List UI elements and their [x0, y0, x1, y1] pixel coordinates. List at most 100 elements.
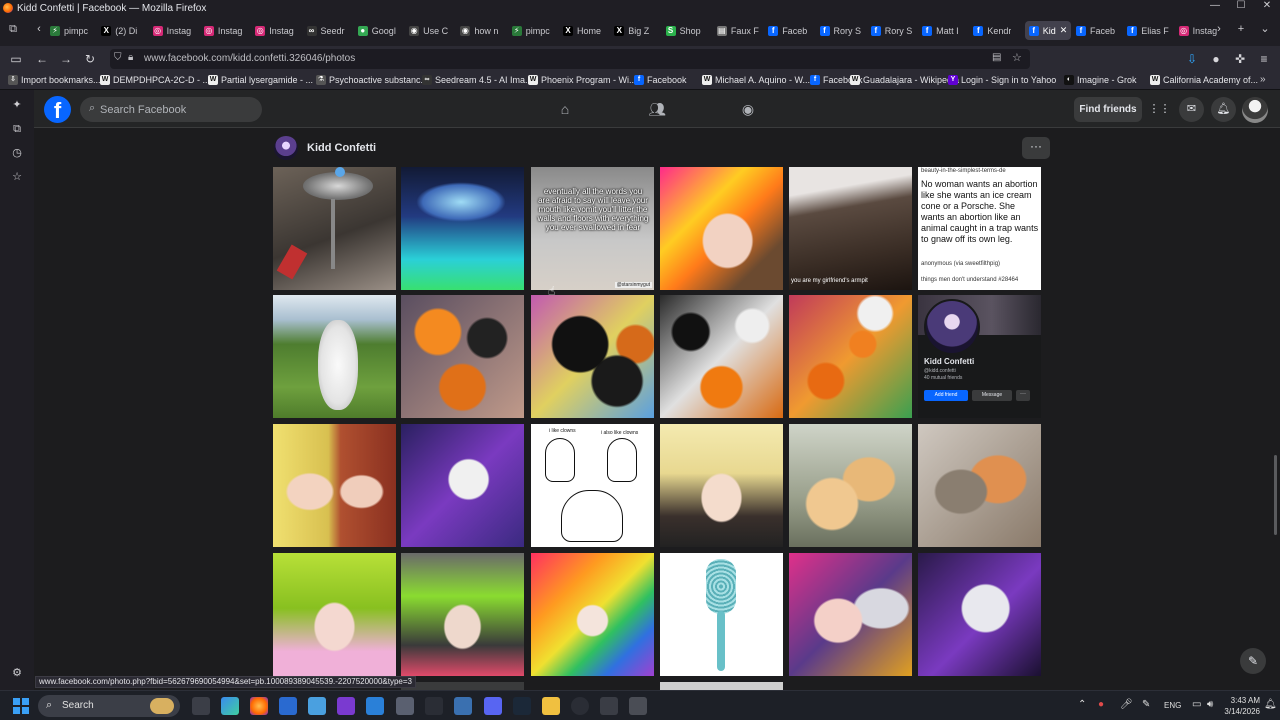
history-icon[interactable]: ◷	[10, 146, 24, 160]
photo-tile[interactable]	[531, 295, 654, 418]
facebook-search[interactable]: ⌕	[80, 97, 262, 122]
synced-tabs-icon[interactable]: ⧉	[10, 122, 24, 136]
groups-icon[interactable]: ◉	[739, 100, 757, 118]
more-options-button[interactable]: ···	[1022, 137, 1050, 159]
photo-tile[interactable]: you are my girlfriend's armpit	[789, 167, 912, 290]
tab-17[interactable]: f Matt I	[922, 21, 959, 40]
tab-5[interactable]: ∞ Seedr	[306, 21, 345, 40]
bookmark-item[interactable]: W Michael A. Aquino - W...	[702, 75, 810, 85]
reader-view-icon[interactable]: ▤	[992, 52, 1001, 63]
back-icon[interactable]: ←	[34, 51, 50, 67]
volume-icon[interactable]: 🔊︎	[1207, 699, 1213, 710]
menu-icon[interactable]: ≡	[1256, 51, 1272, 67]
pen-icon[interactable]: ✎	[1142, 699, 1150, 710]
close-icon[interactable]: ✕	[1254, 0, 1280, 11]
download-icon[interactable]: ⇩	[1184, 51, 1200, 67]
bookmark-item[interactable]: W DEMPDHPCA-2C-D - ...	[100, 75, 210, 85]
tab-4[interactable]: ◎ Instag	[255, 21, 294, 40]
profile-name[interactable]: Kidd Confetti	[307, 142, 376, 154]
ai-chatbot-icon[interactable]: ✦	[10, 98, 24, 112]
outlook-icon[interactable]	[366, 697, 384, 715]
home-icon[interactable]: ⌂	[556, 100, 574, 118]
photo-tile[interactable]	[789, 295, 912, 418]
bookmarks-icon[interactable]: ☆	[10, 170, 24, 184]
snipping-tool-icon[interactable]	[629, 697, 647, 715]
bookmark-item[interactable]: W Partial lysergamide - ...	[208, 75, 313, 85]
photo-tile[interactable]	[273, 295, 396, 418]
photo-tile[interactable]	[401, 167, 524, 290]
url-text[interactable]: www.facebook.com/kidd.confetti.326046/ph…	[144, 53, 355, 64]
tab-19[interactable]: f Kid ✕	[1024, 21, 1072, 40]
tab-6[interactable]: ● Googl	[357, 21, 396, 40]
tab-9[interactable]: ⚡ pimpc	[511, 21, 550, 40]
tab-12[interactable]: S Shop	[665, 21, 701, 40]
bookmark-item[interactable]: ∞ Seedream 4.5 - AI Ima...	[422, 75, 533, 85]
tray-app-icon[interactable]: ●	[1098, 699, 1104, 710]
forward-icon[interactable]: →	[58, 51, 74, 67]
page-scrollbar[interactable]	[1274, 455, 1277, 535]
account-avatar[interactable]	[1242, 97, 1268, 123]
steam-icon[interactable]	[513, 697, 531, 715]
photo-tile[interactable]	[660, 682, 783, 690]
photo-tile[interactable]	[273, 424, 396, 547]
photo-tile[interactable]	[789, 424, 912, 547]
tab-16[interactable]: f Rory S	[870, 21, 912, 40]
audio-app-icon[interactable]	[425, 697, 443, 715]
bookmark-item[interactable]: Y Login - Sign in to Yahoo	[948, 75, 1056, 85]
bookmark-item[interactable]: ⚗ Psychoactive substanc...	[316, 75, 428, 85]
notifications-icon[interactable]: 🔔︎	[1211, 97, 1236, 122]
network-icon[interactable]: ▭	[1192, 699, 1201, 710]
tracking-shield-icon[interactable]: ⛉	[114, 52, 122, 63]
bookmark-item[interactable]: W California Academy of...	[1150, 75, 1258, 85]
settings-icon[interactable]	[396, 697, 414, 715]
photo-tile[interactable]: beauty-in-the-simplest-terms-de No woman…	[918, 167, 1041, 290]
language-indicator[interactable]: ENG	[1164, 701, 1181, 710]
bookmarks-overflow-icon[interactable]: »	[1260, 74, 1266, 85]
tray-overflow-icon[interactable]: ⌃	[1078, 699, 1086, 710]
photo-tile[interactable]	[660, 424, 783, 547]
messenger-icon[interactable]: ✉	[1179, 97, 1204, 122]
photo-tile[interactable]	[660, 295, 783, 418]
minimize-icon[interactable]: —	[1202, 0, 1228, 11]
bookmark-item[interactable]: ⇩ Import bookmarks...	[8, 75, 101, 85]
sidebar-toggle-icon[interactable]: ▭	[8, 51, 24, 67]
media-player-icon[interactable]	[571, 697, 589, 715]
profile-avatar[interactable]	[274, 136, 298, 160]
microphone-icon[interactable]: 🎤︎	[1120, 699, 1133, 710]
taskbar-clock[interactable]: 3:43 AM 3/14/2026	[1222, 695, 1260, 717]
photo-tile[interactable]	[401, 295, 524, 418]
photo-tile[interactable]: i like clowns i also like clowns	[531, 424, 654, 547]
tab-7[interactable]: ◉ Use C	[409, 21, 448, 40]
tab-close-icon[interactable]: ✕	[1060, 25, 1068, 36]
file-explorer-icon[interactable]	[542, 697, 560, 715]
tab-3[interactable]: ◎ Instag	[203, 21, 242, 40]
profile-card-tile[interactable]: Kidd Confetti @kidd.confetti 40 mutual f…	[918, 295, 1041, 418]
tab-15[interactable]: f Rory S	[819, 21, 861, 40]
photo-tile[interactable]	[273, 167, 396, 290]
discord-icon[interactable]	[484, 697, 502, 715]
notification-bell-icon[interactable]: 🔔︎	[1264, 699, 1277, 710]
photo-tile[interactable]	[401, 682, 524, 690]
tab-2[interactable]: ◎ Instag	[152, 21, 191, 40]
tabs-scroll-left-icon[interactable]: ‹	[32, 22, 46, 36]
photo-tile[interactable]	[401, 553, 524, 676]
tab-overview-icon[interactable]: ⧉	[6, 22, 20, 36]
new-message-icon[interactable]: ✎	[1240, 648, 1266, 674]
obs-icon[interactable]	[600, 697, 618, 715]
lock-icon[interactable]: 🔒︎	[128, 52, 133, 63]
bookmark-star-icon[interactable]: ☆	[1012, 51, 1022, 64]
bookmark-item[interactable]: f Facebook	[634, 75, 687, 85]
windows-start-icon[interactable]	[13, 698, 29, 714]
photo-tile[interactable]	[789, 553, 912, 676]
photo-tile[interactable]	[918, 424, 1041, 547]
tab-18[interactable]: f Kendr	[973, 21, 1011, 40]
new-tab-icon[interactable]: +	[1234, 22, 1248, 36]
tab-14[interactable]: f Faceb	[768, 21, 807, 40]
task-view-icon[interactable]	[192, 697, 210, 715]
find-friends-button[interactable]: Find friends	[1074, 97, 1142, 122]
maximize-icon[interactable]: ☐	[1228, 0, 1254, 11]
friends-icon[interactable]: 👥︎	[648, 100, 666, 118]
photo-tile[interactable]: eventually all the words you are afraid …	[531, 167, 654, 290]
tab-list-icon[interactable]: ⌄	[1258, 22, 1272, 36]
account-icon[interactable]: ●	[1208, 51, 1224, 67]
